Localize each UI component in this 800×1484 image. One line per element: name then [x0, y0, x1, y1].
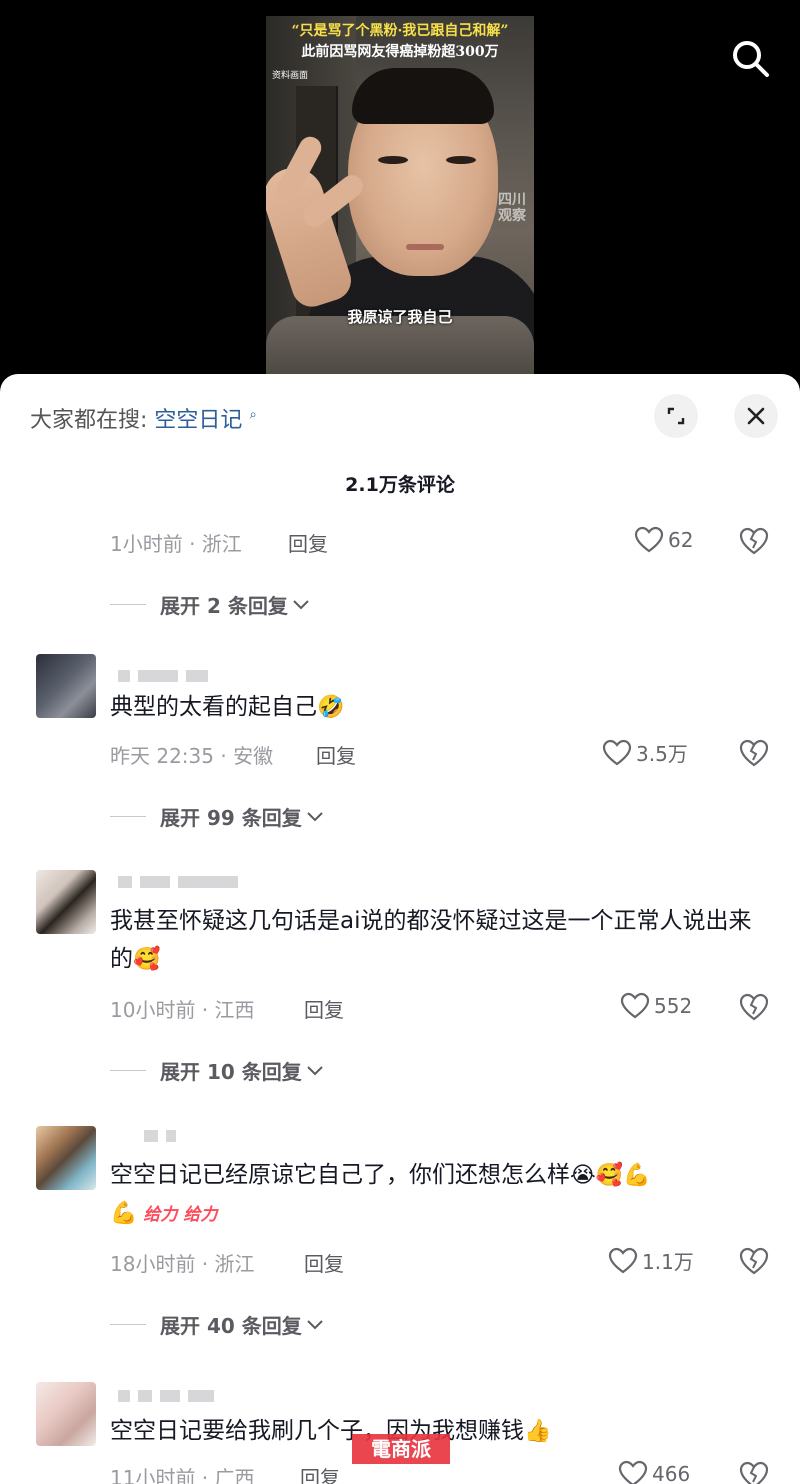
frame-eye [446, 156, 476, 164]
comment-meta: 11小时前 · 广西 [110, 1466, 255, 1484]
comment-text: 空空日记已经原谅它自己了，你们还想怎么样😭🥰💪 💪 给力 给力 [110, 1156, 774, 1234]
like-count: 1.1万 [642, 1250, 694, 1274]
dislike-button[interactable] [738, 992, 770, 1024]
heart-icon [608, 1247, 638, 1273]
frame-eye [378, 156, 408, 164]
expand-replies-label: 展开 10 条回复 [160, 1060, 302, 1084]
like-count: 62 [668, 528, 694, 552]
close-button[interactable] [734, 394, 778, 438]
frame-mouth [406, 244, 444, 250]
brand-watermark: 電商派 [352, 1434, 450, 1464]
like-count: 466 [652, 1462, 691, 1484]
username-redacted[interactable] [118, 1128, 176, 1144]
like-button[interactable]: 552 [620, 992, 692, 1020]
expand-replies-label: 展开 2 条回复 [160, 594, 288, 618]
comment-body: 我甚至怀疑这几句话是ai说的都没怀疑过这是一个正常人说出来的 [110, 908, 752, 972]
expand-icon [667, 407, 685, 425]
username-redacted[interactable] [118, 874, 238, 890]
chevron-down-icon [307, 1065, 323, 1075]
expand-replies-label: 展开 99 条回复 [160, 806, 302, 830]
chevron-down-icon [307, 1319, 323, 1329]
video-watermark: 四川观察 [498, 192, 526, 224]
search-button[interactable] [728, 36, 772, 80]
avatar[interactable] [36, 1126, 96, 1190]
video-subheadline: 此前因骂网友得癌掉粉超300万 [301, 44, 499, 60]
broken-heart-icon [739, 527, 769, 555]
expand-replies[interactable]: 展开 10 条回复 [110, 1056, 324, 1085]
expand-replies-label: 展开 40 条回复 [160, 1314, 302, 1338]
broken-heart-icon [739, 993, 769, 1021]
hug-emoji-icon: 🥰 [133, 947, 161, 972]
search-suggestion[interactable]: 大家都在搜: 空空日记 ⌕ [30, 402, 257, 434]
heart-icon [634, 526, 664, 553]
source-tag: 资料画面 [272, 71, 309, 81]
dislike-button[interactable] [738, 1246, 770, 1278]
comment-meta: 10小时前 · 江西 [110, 998, 255, 1022]
comment-meta: 18小时前 · 浙江 [110, 1252, 255, 1276]
search-icon [733, 41, 769, 77]
avatar[interactable] [36, 1382, 96, 1446]
comment-count: 2.1万条评论 [345, 474, 455, 496]
search-suggestion-prefix: 大家都在搜: [30, 408, 148, 433]
comment-sheet: 大家都在搜: 空空日记 ⌕ 2.1万条评论 1小时前 · 浙江 回复 62 展开… [0, 374, 800, 1484]
comment-text: 典型的太看的起自己🤣 [110, 688, 774, 726]
reply-button[interactable]: 回复 [300, 1462, 340, 1484]
broken-heart-icon [739, 739, 769, 767]
close-icon [747, 407, 765, 425]
video-frame[interactable]: 四川观察 “只是骂了个黑粉·我已跟自己和解” 此前因骂网友得癌掉粉超300万 资… [266, 16, 534, 376]
reply-button[interactable]: 回复 [304, 1248, 344, 1277]
reply-button[interactable]: 回复 [316, 740, 356, 769]
comment-body: 空空日记要给我刷几个子，因为我想赚钱 [110, 1418, 524, 1444]
reply-button[interactable]: 回复 [288, 528, 328, 557]
frame-hair [352, 68, 494, 124]
geili-sticker: 给力 [143, 1205, 178, 1225]
chevron-down-icon [307, 811, 323, 821]
dislike-button[interactable] [738, 526, 770, 558]
search-suggestion-term[interactable]: 空空日记 [154, 408, 242, 433]
heart-icon [618, 1460, 648, 1484]
reply-button[interactable]: 回复 [304, 994, 344, 1023]
expand-button[interactable] [654, 394, 698, 438]
comment-meta: 1小时前 · 浙江 [110, 532, 242, 556]
comment-body: 空空日记已经原谅它自己了，你们还想怎么样 [110, 1162, 570, 1188]
comment-text: 我甚至怀疑这几句话是ai说的都没怀疑过这是一个正常人说出来的🥰 [110, 902, 774, 978]
laughing-emoji-icon: 🤣 [317, 695, 345, 720]
divider [110, 1070, 146, 1071]
avatar[interactable] [36, 654, 96, 718]
flexed-bicep-emoji-icon: 💪 [110, 1201, 138, 1226]
expand-replies[interactable]: 展开 99 条回复 [110, 802, 324, 831]
crying-hug-flex-emoji-icon: 😭🥰💪 [570, 1163, 651, 1188]
username-redacted[interactable] [118, 668, 208, 684]
expand-replies[interactable]: 展开 2 条回复 [110, 590, 310, 619]
username-redacted[interactable] [118, 1388, 214, 1404]
video-headline: “只是骂了个黑粉·我已跟自己和解” [291, 23, 509, 39]
divider [110, 816, 146, 817]
expand-replies[interactable]: 展开 40 条回复 [110, 1310, 324, 1339]
like-count: 552 [654, 994, 693, 1018]
mini-search-icon: ⌕ [249, 407, 257, 423]
geili-sticker: 给力 [183, 1205, 218, 1225]
divider [110, 1324, 146, 1325]
video-player[interactable]: 四川观察 “只是骂了个黑粉·我已跟自己和解” 此前因骂网友得癌掉粉超300万 资… [0, 0, 800, 380]
like-button[interactable]: 3.5万 [602, 738, 688, 767]
heart-icon [620, 992, 650, 1019]
like-button[interactable]: 62 [634, 526, 693, 554]
broken-heart-icon [739, 1461, 769, 1484]
like-count: 3.5万 [636, 742, 688, 766]
comment-body: 典型的太看的起自己 [110, 694, 317, 720]
heart-icon [602, 739, 632, 765]
dislike-button[interactable] [738, 738, 770, 770]
like-button[interactable]: 466 [618, 1460, 690, 1484]
like-button[interactable]: 1.1万 [608, 1246, 694, 1275]
broken-heart-icon [739, 1247, 769, 1275]
comment-meta: 昨天 22:35 · 安徽 [110, 744, 274, 768]
avatar[interactable] [36, 870, 96, 934]
divider [110, 604, 146, 605]
thumbs-up-emoji-icon: 👍 [524, 1419, 552, 1444]
dislike-button[interactable] [738, 1460, 770, 1484]
video-caption: 我原谅了我自己 [347, 308, 453, 326]
chevron-down-icon [293, 599, 309, 609]
